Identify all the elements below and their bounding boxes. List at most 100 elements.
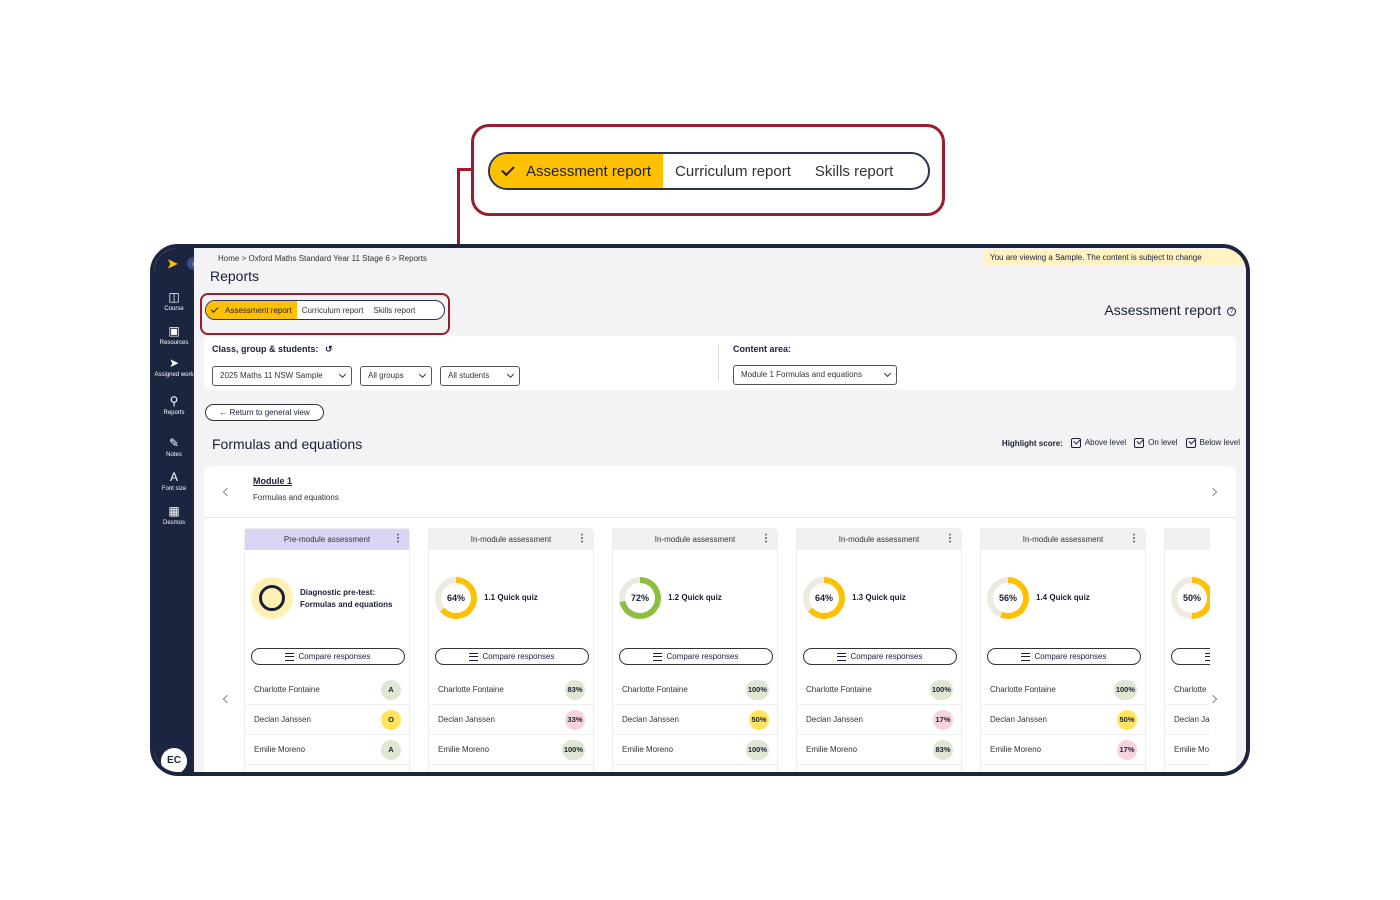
zoom-tab-curriculum-report[interactable]: Curriculum report — [663, 154, 803, 188]
student-row[interactable]: Charlotte Fontaine A — [245, 675, 411, 705]
sidebar-item-desmos[interactable]: ▦ Desmos — [154, 504, 194, 527]
sidebar-item-reports[interactable]: ⚲ Reports — [154, 394, 194, 417]
compare-responses-button[interactable]: Compare responses — [619, 648, 773, 665]
sidebar-item-course[interactable]: ◫ Course — [154, 290, 194, 313]
student-row[interactable]: Emilie Moreno 17% — [981, 735, 1147, 765]
student-row[interactable]: Emilie Moreno A — [245, 735, 411, 765]
assessment-card: In-module assessment ⋮ 64% 1.1 Quick qui… — [428, 528, 595, 772]
zoom-tab-label: Skills report — [814, 162, 894, 180]
student-row[interactable]: Charlotte Fontaine 100% — [797, 675, 963, 705]
app-window: ➤ › ◫ Course ▣ Resources ➤ Assigned work… — [150, 244, 1250, 776]
score-ring: 64% — [803, 577, 845, 619]
compare-responses-button[interactable]: Compare responses — [435, 648, 589, 665]
student-row[interactable]: Declan Janssen 50% — [613, 705, 779, 735]
app-logo-icon[interactable]: ➤ — [167, 256, 178, 272]
student-row[interactable]: Declan Janssen O — [245, 705, 411, 735]
score-circle — [251, 577, 293, 619]
list-icon — [469, 652, 479, 661]
sidebar-item-label: Notes — [166, 452, 182, 458]
student-row[interactable]: Declan Ja — [1165, 705, 1210, 735]
reset-icon[interactable]: ↺ — [325, 344, 333, 354]
compare-label: Compare responses — [1034, 652, 1107, 661]
breadcrumb-reports[interactable]: Reports — [399, 254, 427, 263]
compare-responses-button[interactable]: Compare responses — [987, 648, 1141, 665]
card-title[interactable]: Diagnostic pre-test: Formulas and equati… — [300, 587, 400, 611]
compare-responses-button[interactable]: Compare responses — [803, 648, 957, 665]
avatar[interactable]: EC — [161, 748, 187, 772]
chevron-left-icon[interactable] — [222, 487, 232, 497]
sidebar-item-font-size[interactable]: A Font size — [154, 470, 194, 493]
cards-prev-icon[interactable] — [222, 694, 232, 704]
student-row[interactable]: Charlotte Fontaine 100% — [981, 675, 1147, 705]
class-select[interactable]: 2025 Maths 11 NSW Sample — [212, 366, 352, 386]
card-type-label: In-module assessment — [654, 535, 736, 544]
zoom-tab-assessment-report[interactable]: Assessment report — [490, 154, 664, 188]
return-to-general-view-button[interactable]: ← Return to general view — [205, 404, 324, 421]
more-options-icon[interactable]: ⋮ — [393, 529, 403, 549]
score-percent: 56% — [993, 583, 1023, 613]
student-score-badge: A — [381, 740, 401, 760]
content-area-select[interactable]: Module 1 Formulas and equations — [733, 365, 897, 385]
groups-select[interactable]: All groups — [360, 366, 432, 386]
list-icon — [285, 652, 295, 661]
student-row[interactable]: Declan Janssen 33% — [429, 705, 595, 735]
students-select[interactable]: All students — [440, 366, 520, 386]
checkbox-icon — [1185, 438, 1196, 448]
sidebar-item-resources[interactable]: ▣ Resources — [154, 324, 194, 347]
card-title[interactable]: 1.3 Quick quiz — [852, 593, 906, 602]
student-row[interactable]: Declan Janssen 17% — [797, 705, 963, 735]
card-title[interactable]: 1.4 Quick quiz — [1036, 593, 1090, 602]
student-row[interactable]: Charlotte — [1165, 675, 1210, 705]
chevron-right-icon[interactable] — [1208, 487, 1218, 497]
score-ring: 50% — [1171, 577, 1210, 619]
highlight-below-level[interactable]: Below level — [1185, 438, 1240, 448]
student-score-badge: 100% — [929, 680, 953, 700]
student-name: Declan Ja — [1174, 715, 1210, 724]
card-type-label: In-module assessment — [1022, 535, 1104, 544]
sidebar-item-assigned-work[interactable]: ➤ Assigned work — [154, 356, 194, 379]
more-options-icon[interactable]: ⋮ — [945, 529, 955, 549]
breadcrumb-home[interactable]: Home — [218, 254, 239, 263]
more-options-icon[interactable]: ⋮ — [761, 529, 771, 549]
student-row[interactable]: Emilie Moreno 100% — [613, 735, 779, 765]
help-icon[interactable]: ? — [1227, 306, 1236, 316]
card-type-header: In-module assessment ⋮ — [429, 529, 593, 550]
checkbox-icon — [1134, 438, 1145, 448]
compare-responses-button[interactable]: Compare responses — [1171, 648, 1210, 665]
student-name: Emilie Moreno — [990, 745, 1042, 754]
student-score-badge: 100% — [745, 740, 769, 760]
score-ring: 56% — [987, 577, 1029, 619]
zoom-report-tabs: Assessment report Curriculum report Skil… — [488, 152, 930, 190]
highlight-on-level[interactable]: On level — [1134, 438, 1178, 448]
student-row[interactable]: Declan Janssen 50% — [981, 705, 1147, 735]
student-row[interactable]: Emilie Moreno 83% — [797, 735, 963, 765]
cards-next-icon[interactable] — [1208, 694, 1218, 704]
highlight-above-level[interactable]: Above level — [1070, 438, 1126, 448]
zoom-tab-skills-report[interactable]: Skills report — [803, 154, 905, 188]
report-heading: Assessment report ? — [1104, 302, 1236, 318]
student-row[interactable]: Emilie Mo — [1165, 735, 1210, 765]
book-icon: ◫ — [168, 290, 180, 304]
section-title: Formulas and equations — [212, 436, 363, 452]
student-name: Declan Janssen — [254, 715, 311, 724]
student-name: Charlotte — [1174, 685, 1207, 694]
student-row[interactable]: Charlotte Fontaine 83% — [429, 675, 595, 705]
student-row[interactable]: Charlotte Fontaine 100% — [613, 675, 779, 705]
student-name: Charlotte Fontaine — [438, 685, 504, 694]
breadcrumb-course[interactable]: Oxford Maths Standard Year 11 Stage 6 — [248, 254, 389, 263]
card-title[interactable]: 1.2 Quick quiz — [668, 593, 722, 602]
card-title[interactable]: 1.1 Quick quiz — [484, 593, 538, 602]
student-name: Declan Janssen — [806, 715, 863, 724]
compare-label: Compare responses — [482, 652, 555, 661]
student-row[interactable]: Emilie Moreno 100% — [429, 735, 595, 765]
card-type-header: In-module assessment ⋮ — [613, 529, 777, 550]
more-options-icon[interactable]: ⋮ — [577, 529, 587, 549]
tabs-highlight-frame — [200, 293, 450, 335]
compare-label: Compare responses — [298, 652, 371, 661]
module-name[interactable]: Module 1 — [253, 476, 292, 486]
sidebar-item-label: Resources — [159, 340, 189, 346]
more-options-icon[interactable]: ⋮ — [1129, 529, 1139, 549]
compare-responses-button[interactable]: Compare responses — [251, 648, 405, 665]
sidebar-item-notes[interactable]: ✎ Notes — [154, 436, 194, 459]
compare-label: Compare responses — [850, 652, 923, 661]
